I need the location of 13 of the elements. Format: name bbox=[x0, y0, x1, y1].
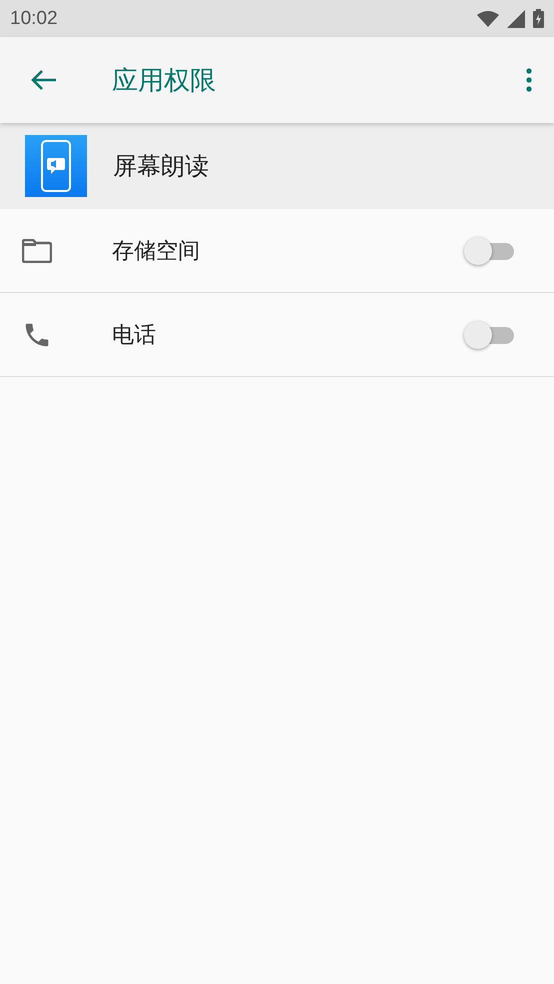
wifi-icon bbox=[477, 10, 499, 26]
app-icon bbox=[25, 135, 87, 197]
app-name: 屏幕朗读 bbox=[113, 151, 209, 182]
screen-title: 应用权限 bbox=[112, 64, 217, 98]
folder-icon bbox=[22, 238, 52, 262]
status-time: 10:02 bbox=[10, 8, 58, 30]
toggle-switch[interactable] bbox=[464, 236, 514, 264]
permission-label: 电话 bbox=[112, 322, 157, 350]
signal-icon bbox=[507, 10, 525, 28]
permission-label: 存储空间 bbox=[112, 238, 201, 266]
battery-icon bbox=[533, 9, 544, 28]
toggle-switch[interactable] bbox=[464, 320, 514, 348]
more-options-button[interactable] bbox=[524, 66, 534, 94]
